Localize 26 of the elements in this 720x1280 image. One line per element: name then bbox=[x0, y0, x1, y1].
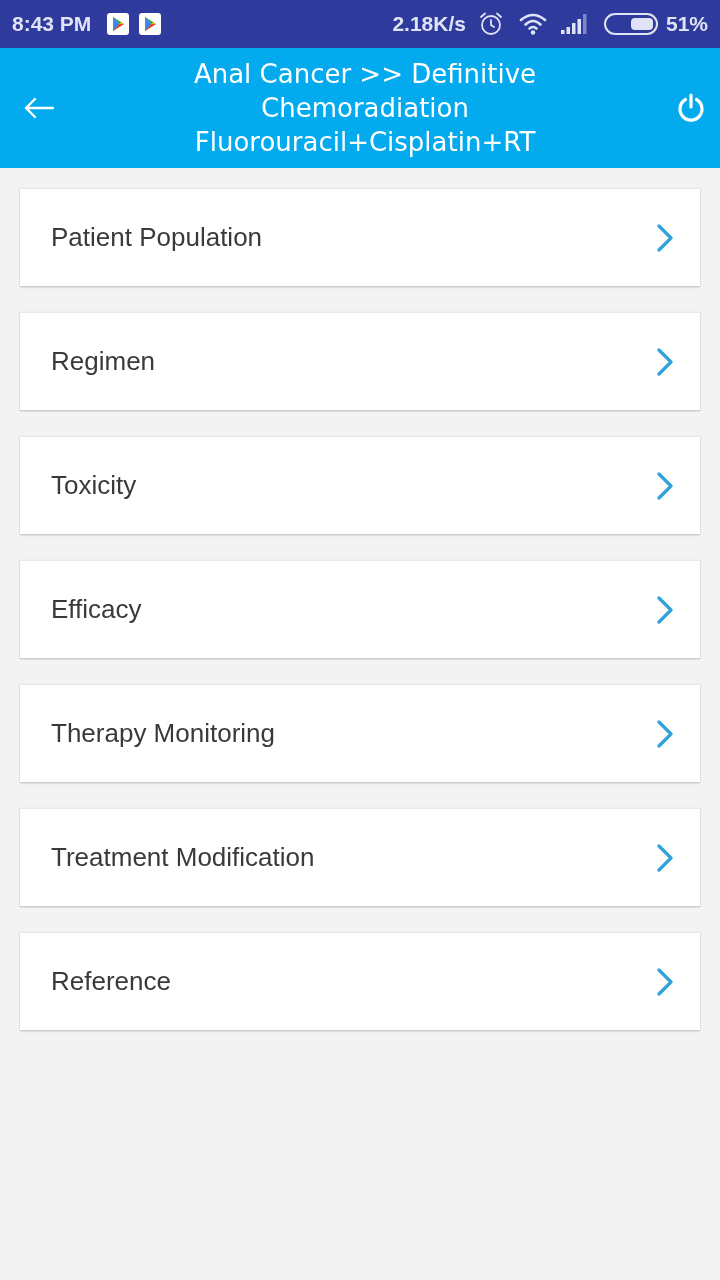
chevron-right-icon bbox=[656, 471, 674, 500]
chevron-right-icon bbox=[656, 967, 674, 996]
menu-item[interactable]: Regimen bbox=[20, 312, 700, 410]
signal-bars-icon bbox=[560, 14, 588, 34]
menu-item[interactable]: Efficacy bbox=[20, 560, 700, 658]
menu-item[interactable]: Toxicity bbox=[20, 436, 700, 534]
menu-item[interactable]: Therapy Monitoring bbox=[20, 684, 700, 782]
wifi-icon bbox=[518, 13, 547, 35]
chevron-right-icon bbox=[656, 719, 674, 748]
menu-item[interactable]: Treatment Modification bbox=[20, 808, 700, 906]
play-store-icon bbox=[139, 13, 162, 35]
menu-item[interactable]: Reference bbox=[20, 932, 700, 1030]
chevron-right-icon bbox=[656, 223, 674, 252]
back-arrow-icon[interactable] bbox=[24, 97, 54, 119]
battery-icon bbox=[603, 13, 658, 35]
alarm-clock-icon bbox=[478, 12, 503, 36]
network-speed: 2.18K/s bbox=[392, 12, 466, 36]
chevron-right-icon bbox=[656, 347, 674, 376]
menu-item[interactable]: Patient Population bbox=[20, 188, 700, 286]
chevron-right-icon bbox=[656, 595, 674, 624]
play-store-icon bbox=[107, 13, 130, 35]
battery-percent: 51% bbox=[665, 12, 708, 36]
power-icon[interactable] bbox=[676, 93, 706, 123]
page-title: Anal Cancer >> Definitive Chemoradiation Fluorouracil+Cisplatin+RT bbox=[192, 58, 538, 159]
chevron-right-icon bbox=[656, 843, 674, 872]
clock-time: 8:43 PM bbox=[12, 12, 92, 36]
